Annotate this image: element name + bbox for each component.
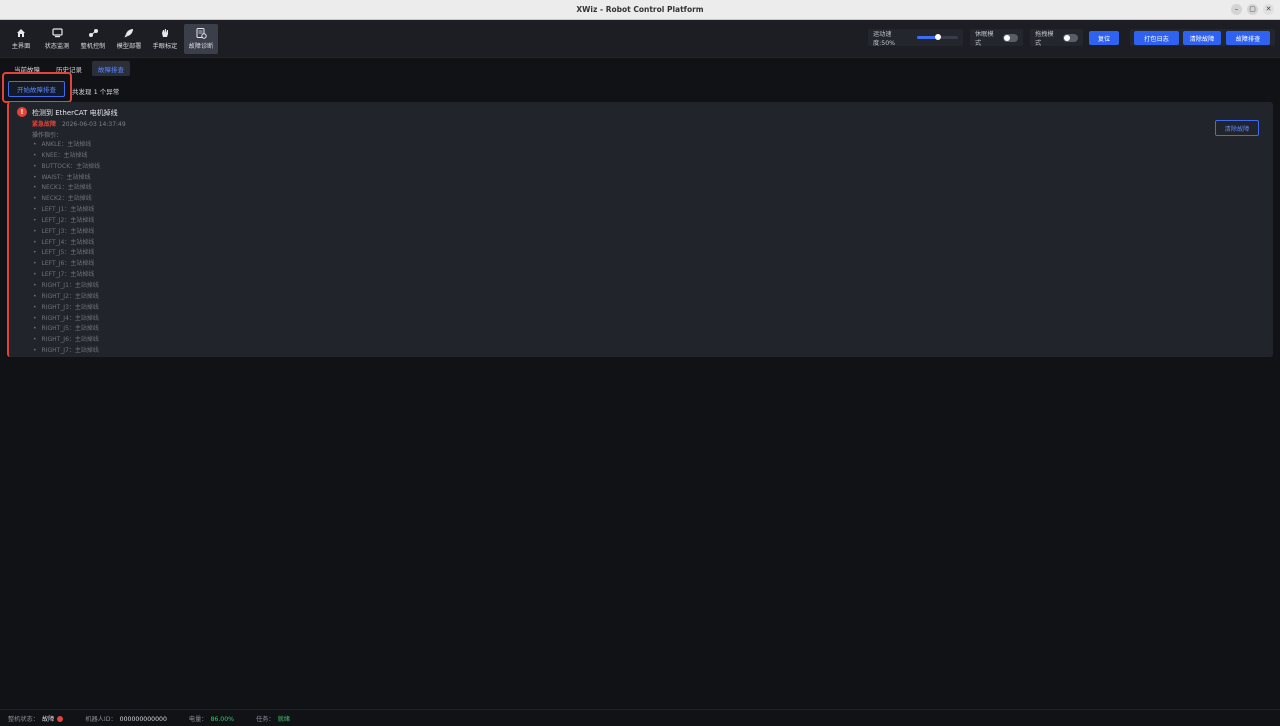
card-clear-fault-button[interactable]: 清除故障 bbox=[1215, 120, 1259, 136]
list-item: RIGHT_J2：主站掉线 bbox=[33, 292, 100, 303]
drag-mode-control: 拖拽模式 bbox=[1030, 29, 1083, 47]
list-item: NECK2：主站掉线 bbox=[33, 194, 100, 205]
list-item: LEFT_J6：主站掉线 bbox=[33, 259, 100, 270]
task-value: 就绪 bbox=[277, 715, 290, 723]
list-item: LEFT_J7：主站掉线 bbox=[33, 270, 100, 281]
speed-label: 运动速度:50% bbox=[873, 30, 896, 47]
list-item: RIGHT_J5：主站掉线 bbox=[33, 324, 100, 335]
status-bar: 整机状态： 故障 机器人ID： 000000000000 电量： 86.00% 任务：… bbox=[0, 709, 1280, 726]
nav-home[interactable]: 主界面 bbox=[4, 24, 38, 54]
list-item: WAIST：主站掉线 bbox=[33, 173, 100, 184]
clear-fault-button[interactable]: 清除故障 bbox=[1183, 31, 1221, 45]
list-item: LEFT_J1：主站掉线 bbox=[33, 205, 100, 216]
rest-mode-toggle[interactable] bbox=[1003, 33, 1018, 42]
robot-id: 机器人ID： 000000000000 bbox=[85, 714, 167, 723]
list-item: LEFT_J3：主站掉线 bbox=[33, 227, 100, 238]
list-item: RIGHT_J3：主站掉线 bbox=[33, 303, 100, 314]
list-item: KNEE：主站掉线 bbox=[33, 151, 100, 162]
machine-state-value: 故障 bbox=[41, 715, 55, 723]
list-item: RIGHT_J7：主站掉线 bbox=[33, 346, 100, 357]
nav-machine-control[interactable]: 整机控制 bbox=[76, 24, 110, 54]
window-title: XWiz - Robot Control Platform bbox=[576, 5, 704, 14]
error-icon: ! bbox=[17, 107, 27, 117]
guide-label: 操作指引： bbox=[32, 132, 63, 139]
nav-label: 主界面 bbox=[11, 43, 31, 50]
speed-slider[interactable] bbox=[917, 34, 958, 40]
fault-check-button[interactable]: 故障排查 bbox=[1226, 31, 1270, 45]
rocket-icon bbox=[124, 28, 135, 38]
main-toolbar: 主界面 状态监测 整机控制 模型部署 手眼标定 故障诊断 bbox=[0, 20, 1280, 58]
list-item: LEFT_J5：主站掉线 bbox=[33, 248, 100, 259]
print-log-button[interactable]: 打包日志 bbox=[1134, 31, 1179, 45]
nav-label: 手眼标定 bbox=[152, 43, 178, 50]
speed-control: 运动速度:50% bbox=[868, 29, 963, 47]
battery: 电量： 86.00% bbox=[189, 714, 234, 723]
task-label: 任务： bbox=[256, 715, 275, 723]
nav-label: 故障诊断 bbox=[188, 43, 214, 50]
rest-mode-control: 休眠模式 bbox=[970, 29, 1023, 47]
tab-fault-check[interactable]: 故障排查 bbox=[92, 61, 130, 76]
found-count-text: 共发现 1 个异常 bbox=[72, 88, 120, 96]
window-titlebar: XWiz - Robot Control Platform – ▢ ✕ bbox=[0, 0, 1280, 20]
maximize-icon[interactable]: ▢ bbox=[1247, 4, 1258, 15]
control-icon bbox=[88, 28, 99, 38]
robot-id-value: 000000000000 bbox=[119, 715, 167, 723]
fault-timestamp: 2026-06-03 14:37:49 bbox=[61, 121, 126, 128]
diagnosis-icon bbox=[196, 27, 207, 39]
task: 任务： 就绪 bbox=[256, 714, 290, 723]
start-diagnosis-button[interactable]: 开始故障排查 bbox=[8, 81, 65, 97]
machine-state: 整机状态： 故障 bbox=[8, 714, 64, 723]
nav-model-deploy[interactable]: 模型部署 bbox=[112, 24, 146, 54]
close-icon[interactable]: ✕ bbox=[1263, 4, 1274, 15]
rest-mode-label: 休眠模式 bbox=[975, 30, 994, 47]
list-item: LEFT_J2：主站掉线 bbox=[33, 216, 100, 227]
battery-label: 电量： bbox=[188, 715, 208, 723]
nav-label: 整机控制 bbox=[80, 43, 106, 50]
list-item: BUTTOCK：主站掉线 bbox=[33, 162, 101, 173]
robot-id-label: 机器人ID： bbox=[85, 715, 117, 723]
nav-label: 模型部署 bbox=[116, 43, 142, 50]
fault-meta: 紧急故障 2026-06-03 14:37:49 bbox=[32, 119, 126, 128]
machine-state-label: 整机状态： bbox=[8, 715, 39, 723]
list-item: NECK1：主站掉线 bbox=[33, 183, 100, 194]
list-item: ANKLE：主站掉线 bbox=[33, 140, 100, 151]
fault-item-list: ANKLE：主站掉线 KNEE：主站掉线 BUTTOCK：主站掉线 WAIST：… bbox=[33, 140, 101, 357]
nav-label: 状态监测 bbox=[44, 43, 70, 50]
list-item: LEFT_J4：主站掉线 bbox=[33, 238, 100, 249]
nav-hand-eye-calibration[interactable]: 手眼标定 bbox=[148, 24, 182, 54]
drag-mode-toggle[interactable] bbox=[1063, 33, 1078, 42]
nav-status-monitor[interactable]: 状态监测 bbox=[40, 24, 74, 54]
drag-mode-label: 拖拽模式 bbox=[1035, 30, 1054, 47]
home-icon bbox=[16, 28, 27, 38]
hand-icon bbox=[160, 28, 171, 38]
minimize-icon[interactable]: – bbox=[1231, 4, 1242, 15]
list-item: RIGHT_J6：主站掉线 bbox=[33, 335, 100, 346]
fault-severity: 紧急故障 bbox=[32, 121, 57, 128]
main-nav: 主界面 状态监测 整机控制 模型部署 手眼标定 故障诊断 bbox=[4, 24, 218, 54]
fault-title: 检测到 EtherCAT 电机掉线 bbox=[32, 109, 118, 117]
nav-fault-diagnosis[interactable]: 故障诊断 bbox=[184, 24, 218, 54]
window-controls: – ▢ ✕ bbox=[1231, 4, 1274, 15]
speed-slider-knob[interactable] bbox=[934, 34, 941, 40]
fault-card: ! 检测到 EtherCAT 电机掉线 紧急故障 2026-06-03 14:3… bbox=[7, 102, 1273, 357]
monitor-icon bbox=[51, 28, 63, 38]
reset-button[interactable]: 复位 bbox=[1089, 31, 1119, 45]
list-item: RIGHT_J1：主站掉线 bbox=[33, 281, 100, 292]
battery-value: 86.00% bbox=[210, 715, 235, 723]
status-dot-icon bbox=[57, 715, 64, 722]
list-item: RIGHT_J4：主站掉线 bbox=[33, 314, 100, 325]
